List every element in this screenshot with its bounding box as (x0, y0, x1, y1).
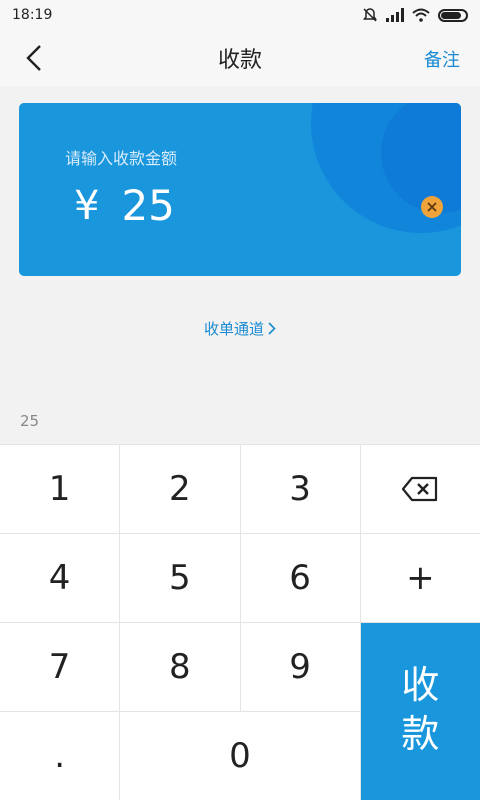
submit-button[interactable]: 收 款 (360, 623, 480, 800)
status-icons (362, 7, 468, 23)
back-button[interactable] (16, 40, 52, 76)
close-icon (427, 202, 437, 212)
note-button[interactable]: 备注 (424, 46, 460, 72)
signal-icon (386, 8, 404, 22)
key-9[interactable]: 9 (240, 623, 360, 711)
key-1[interactable]: 1 (0, 445, 120, 533)
submit-label-1: 收 (401, 663, 440, 707)
key-8[interactable]: 8 (120, 623, 240, 711)
currency-symbol: ¥ (74, 182, 100, 229)
status-bar: 18:19 (0, 0, 480, 30)
key-3[interactable]: 3 (240, 445, 360, 533)
wifi-icon (412, 8, 430, 22)
mute-icon (363, 8, 377, 22)
key-6[interactable]: 6 (240, 534, 360, 622)
backspace-icon (402, 476, 438, 502)
chevron-right-icon (268, 322, 276, 335)
battery-fill (441, 11, 462, 19)
chevron-left-icon (26, 45, 41, 71)
amount-label: 请输入收款金额 (65, 149, 178, 168)
nav-bar: 收款 备注 (0, 30, 480, 86)
channel-label: 收单通道 (203, 320, 264, 338)
key-7[interactable]: 7 (0, 623, 120, 711)
backspace-button[interactable] (360, 445, 480, 533)
amount-input[interactable]: ¥ 25 (74, 181, 175, 230)
battery-icon (438, 8, 468, 22)
key-plus[interactable]: + (360, 534, 480, 622)
key-dot[interactable]: . (0, 712, 120, 800)
channel-link[interactable]: 收单通道 (0, 318, 480, 339)
key-5[interactable]: 5 (120, 534, 240, 622)
clear-button[interactable] (421, 196, 443, 218)
key-0[interactable]: 0 (120, 712, 360, 800)
key-2[interactable]: 2 (120, 445, 240, 533)
amount-value: 25 (121, 181, 175, 230)
page-title: 收款 (217, 48, 262, 73)
status-time: 18:19 (12, 7, 53, 23)
key-4[interactable]: 4 (0, 534, 120, 622)
expression-display: 25 (20, 412, 40, 430)
submit-label-2: 款 (401, 712, 440, 757)
amount-card: 请输入收款金额 ¥ 25 (19, 103, 461, 276)
number-keypad: 1 2 3 4 5 6 + 7 8 9 收 款 . 0 (0, 444, 480, 800)
